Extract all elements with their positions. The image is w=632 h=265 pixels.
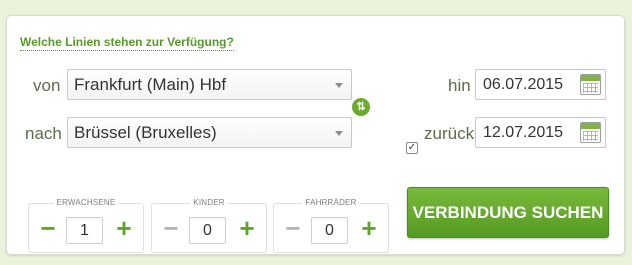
bikes-minus-button[interactable]: − [282,215,304,242]
adults-minus-button[interactable]: − [37,215,59,242]
bikes-count[interactable]: 0 [311,217,348,244]
children-minus-button[interactable]: − [160,215,182,242]
outbound-date-value: 06.07.2015 [483,76,564,93]
outbound-date-input[interactable]: 06.07.2015 [475,69,606,100]
from-label: von [33,76,61,95]
return-date-input[interactable]: 12.07.2015 [475,117,606,148]
bikes-label: FAHRRÄDER [302,198,360,207]
to-station-select[interactable]: Brüssel (Bruxelles) [67,117,352,148]
to-station-value: Brüssel (Bruxelles) [74,123,217,142]
chevron-down-icon [335,83,343,88]
chevron-down-icon [335,131,343,136]
return-checkbox[interactable]: ✓ [406,142,418,154]
children-label: KINDER [190,198,228,207]
bikes-counter: FAHRRÄDER − 0 + [273,198,389,253]
adults-label: ERWACHSENE [53,198,119,207]
from-station-select[interactable]: Frankfurt (Main) Hbf [67,69,352,100]
return-label: zurück [424,124,475,143]
swap-arrows-icon[interactable]: ⇅ [352,98,370,116]
search-connection-button[interactable]: VERBINDUNG SUCHEN [407,187,609,238]
return-date-value: 12.07.2015 [483,124,564,141]
to-label: nach [25,124,62,143]
adults-plus-button[interactable]: + [113,215,135,242]
calendar-icon[interactable] [580,74,601,95]
adults-count[interactable]: 1 [66,217,103,244]
calendar-icon[interactable] [580,122,601,143]
search-panel: Welche Linien stehen zur Verfügung? von … [6,15,625,255]
available-lines-link[interactable]: Welche Linien stehen zur Verfügung? [20,35,234,51]
outbound-label: hin [448,76,471,95]
from-station-value: Frankfurt (Main) Hbf [74,75,227,94]
children-counter: KINDER − 0 + [151,198,267,253]
children-plus-button[interactable]: + [236,215,258,242]
children-count[interactable]: 0 [189,217,226,244]
adults-counter: ERWACHSENE − 1 + [28,198,144,253]
bikes-plus-button[interactable]: + [358,215,380,242]
